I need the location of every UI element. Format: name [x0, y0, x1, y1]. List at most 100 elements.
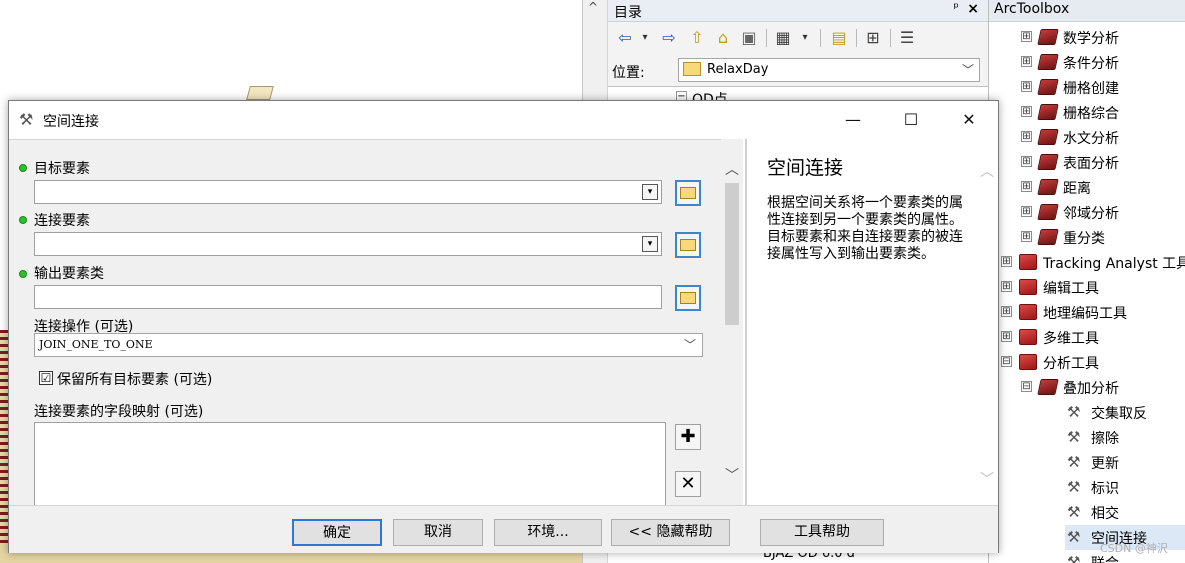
toolbox-tool-item[interactable]: ⚒ 擦除 — [1065, 425, 1185, 450]
toolbox-toolset-item[interactable]: ⊞ 栅格综合 — [1019, 100, 1185, 125]
expand-icon[interactable]: ⊞ — [1021, 156, 1032, 167]
hammer-icon: ⚒ — [1067, 478, 1081, 496]
expand-icon[interactable]: ⊞ — [1021, 106, 1032, 117]
toolbox-tool-item[interactable]: ⚒ 交集取反 — [1065, 400, 1185, 425]
back-dropdown-icon[interactable]: ▾ — [634, 27, 656, 49]
chevron-down-icon[interactable]: ﹀ — [684, 336, 696, 353]
back-arrow-icon[interactable]: ⇦ — [614, 27, 636, 49]
maximize-button[interactable]: ☐ — [882, 101, 940, 139]
up-folder-icon[interactable]: ⇧ — [686, 27, 708, 49]
target-browse-button[interactable] — [675, 180, 701, 206]
expand-icon[interactable]: ⊞ — [1001, 306, 1012, 317]
hide-help-button[interactable]: << 隐藏帮助 — [611, 519, 730, 546]
toolbox-toolset-item[interactable]: ⊞ 栅格创建 — [1019, 75, 1185, 100]
forward-arrow-icon[interactable]: ⇨ — [658, 27, 680, 49]
toolbox-item-label: 栅格创建 — [1063, 81, 1119, 97]
field-map-label: 连接要素的字段映射 (可选) — [34, 404, 204, 420]
catalog-close-button[interactable]: × — [967, 1, 979, 17]
scroll-thumb[interactable] — [725, 183, 739, 325]
expand-icon[interactable]: ⊞ — [1001, 331, 1012, 342]
output-feature-class-input[interactable] — [34, 285, 662, 309]
toolset-icon — [1037, 379, 1059, 395]
collapse-icon[interactable]: ⊟ — [1001, 356, 1012, 367]
keep-all-checkbox[interactable]: ☑ — [39, 371, 53, 385]
target-features-input[interactable]: ▾ — [34, 180, 662, 204]
delete-field-button[interactable]: ✕ — [675, 471, 701, 497]
tool-help-button[interactable]: 工具帮助 — [760, 519, 884, 546]
required-indicator — [19, 164, 27, 172]
minimize-button[interactable]: — — [824, 101, 882, 139]
collapse-icon[interactable]: ⊟ — [1021, 381, 1032, 392]
toolbox-item-label: Tracking Analyst 工具 — [1043, 256, 1185, 272]
toolbar-separator — [890, 29, 891, 47]
ok-button[interactable]: 确定 — [292, 519, 382, 546]
toolbox-toolset-item[interactable]: ⊟ 叠加分析 — [1019, 375, 1185, 400]
form-scrollbar[interactable]: ︿ ﹀ — [721, 139, 743, 505]
expand-icon[interactable]: ⊞ — [1021, 56, 1032, 67]
toolbox-toolset-item[interactable]: ⊟ 分析工具 — [999, 350, 1185, 375]
tree-view-icon[interactable]: ⊞ — [862, 27, 884, 49]
home-folder-icon[interactable]: ⌂ — [712, 27, 734, 49]
options-list-icon[interactable]: ☰ — [896, 27, 918, 49]
toolbox-item-label: 交集取反 — [1091, 406, 1147, 422]
join-operation-select[interactable]: JOIN_ONE_TO_ONE ﹀ — [34, 333, 703, 357]
pin-icon[interactable]: ᵖ — [953, 1, 959, 16]
toolbox-tool-item[interactable]: ⚒ 更新 — [1065, 450, 1185, 475]
toolbox-icon — [1019, 254, 1037, 270]
toolbox-tool-item[interactable]: ⚒ 标识 — [1065, 475, 1185, 500]
expand-icon[interactable]: ⊞ — [1021, 131, 1032, 142]
toolbox-item-label: 多维工具 — [1043, 331, 1099, 347]
new-folder-icon[interactable]: ▤ — [828, 27, 850, 49]
toolbox-toolset-item[interactable]: ⊞ 数学分析 — [1019, 25, 1185, 50]
field-map-list[interactable] — [34, 422, 666, 506]
environments-button[interactable]: 环境... — [494, 519, 602, 546]
toolbox-toolset-item[interactable]: ⊞ Tracking Analyst 工具 — [999, 250, 1185, 275]
add-field-button[interactable]: ✚ — [675, 424, 701, 450]
toolbox-toolset-item[interactable]: ⊞ 重分类 — [1019, 225, 1185, 250]
output-browse-button[interactable] — [675, 285, 701, 311]
toolbox-tool-item[interactable]: ⚒ 相交 — [1065, 500, 1185, 525]
chevron-down-icon[interactable]: ﹀ — [980, 469, 994, 489]
open-folder-icon — [680, 239, 696, 251]
join-browse-button[interactable] — [675, 232, 701, 258]
scroll-up-icon[interactable]: ^ — [588, 0, 598, 14]
expand-icon[interactable]: ⊞ — [1021, 31, 1032, 42]
cancel-button[interactable]: 取消 — [393, 519, 483, 546]
connect-folder-icon[interactable]: ▣ — [738, 27, 760, 49]
join-features-input[interactable]: ▾ — [34, 232, 662, 256]
map-polygon-feature — [246, 86, 274, 100]
location-select[interactable]: RelaxDay ﹀ — [678, 58, 980, 82]
chevron-up-icon[interactable]: ︿ — [725, 159, 739, 179]
expand-icon[interactable]: ⊞ — [1001, 281, 1012, 292]
toolbox-toolset-item[interactable]: ⊞ 编辑工具 — [999, 275, 1185, 300]
dropdown-arrow-icon[interactable]: ▾ — [642, 184, 658, 200]
toolbox-toolset-item[interactable]: ⊞ 地理编码工具 — [999, 300, 1185, 325]
toolbox-toolset-item[interactable]: ⊞ 水文分析 — [1019, 125, 1185, 150]
toolbox-icon — [1019, 304, 1037, 320]
expand-icon[interactable]: ⊞ — [1021, 81, 1032, 92]
expand-icon[interactable]: ⊞ — [1001, 256, 1012, 267]
toolbox-toolset-item[interactable]: ⊞ 条件分析 — [1019, 50, 1185, 75]
toolbar-separator — [820, 29, 821, 47]
toolbox-toolset-item[interactable]: ⊞ 多维工具 — [999, 325, 1185, 350]
expand-icon[interactable]: ⊞ — [1021, 206, 1032, 217]
toolbox-toolset-item[interactable]: ⊞ 表面分析 — [1019, 150, 1185, 175]
chevron-up-icon[interactable]: ︿ — [980, 161, 994, 181]
toolset-icon — [1037, 154, 1059, 170]
expand-icon[interactable]: ⊞ — [1021, 181, 1032, 192]
expand-icon[interactable]: ⊞ — [1021, 231, 1032, 242]
toolset-icon — [1037, 204, 1059, 220]
hammer-icon: ⚒ — [1067, 453, 1081, 471]
dropdown-arrow-icon[interactable]: ▾ — [642, 236, 658, 252]
toolbox-toolset-item[interactable]: ⊞ 距离 — [1019, 175, 1185, 200]
close-button[interactable]: ✕ — [940, 101, 998, 139]
catalog-header: 目录 ᵖ × — [608, 0, 989, 22]
view-grid-icon[interactable]: ▦ — [772, 27, 794, 49]
chevron-down-icon[interactable]: ﹀ — [725, 465, 739, 485]
toolset-icon — [1037, 29, 1059, 45]
view-dropdown-icon[interactable]: ▾ — [794, 27, 816, 49]
dialog-titlebar[interactable]: ⚒ 空间连接 — ☐ ✕ — [9, 101, 998, 139]
toolbox-toolset-item[interactable]: ⊞ 邻域分析 — [1019, 200, 1185, 225]
chevron-down-icon[interactable]: ﹀ — [962, 61, 974, 78]
join-features-label: 连接要素 — [34, 213, 90, 229]
